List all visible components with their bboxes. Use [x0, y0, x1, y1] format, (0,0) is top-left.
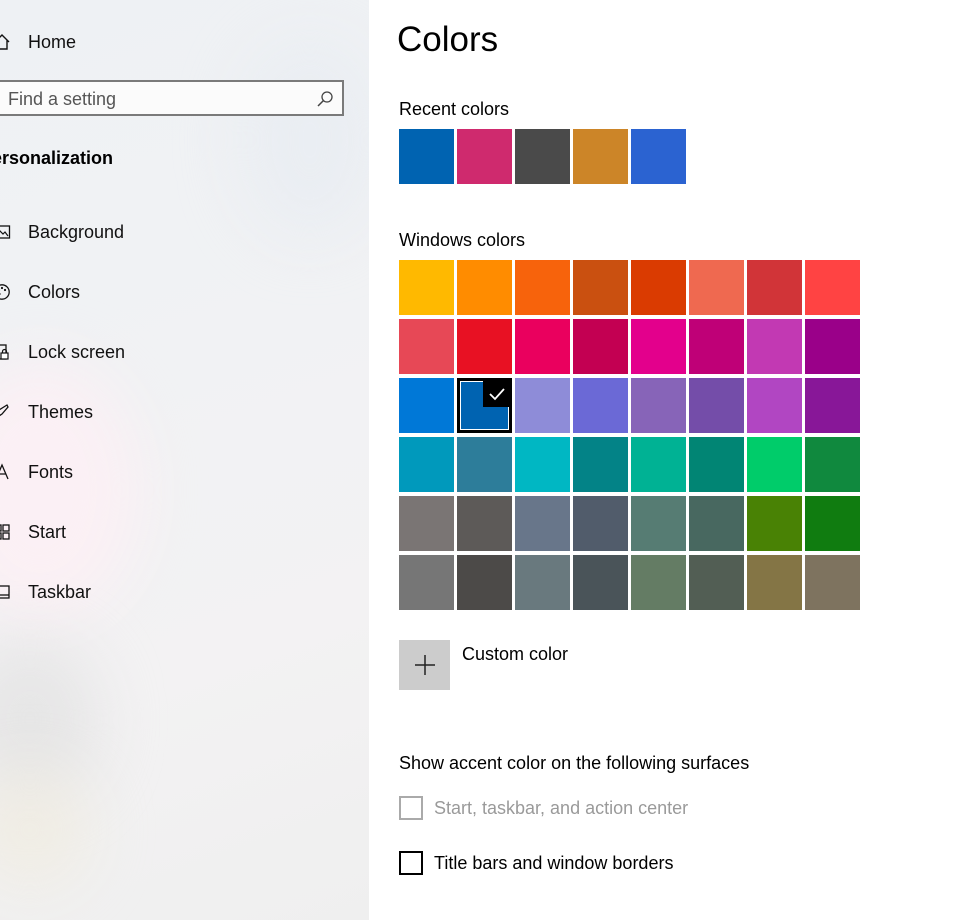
windows-color-swatch[interactable]	[805, 260, 860, 315]
windows-color-swatch[interactable]	[805, 437, 860, 492]
windows-color-swatch[interactable]	[399, 260, 454, 315]
sidebar-item-label: Background	[28, 221, 125, 242]
windows-color-swatch[interactable]	[747, 555, 802, 610]
windows-color-swatch[interactable]	[573, 260, 628, 315]
search-input[interactable]	[6, 88, 300, 111]
windows-color-swatch[interactable]	[805, 319, 860, 374]
recent-color-swatch[interactable]	[457, 129, 512, 184]
windows-color-swatch[interactable]	[689, 555, 744, 610]
title-bars-checkbox-label: Title bars and window borders	[434, 852, 674, 873]
windows-color-swatch[interactable]	[747, 437, 802, 492]
windows-color-swatch[interactable]	[573, 496, 628, 551]
sidebar-item-label: Taskbar	[28, 581, 92, 602]
start-taskbar-checkbox[interactable]	[399, 796, 423, 820]
windows-color-swatch[interactable]	[515, 496, 570, 551]
recent-color-swatch[interactable]	[399, 129, 454, 184]
windows-color-swatch[interactable]	[515, 437, 570, 492]
windows-color-swatch[interactable]	[573, 378, 628, 433]
page-title: Colors	[397, 20, 499, 59]
windows-color-swatch[interactable]	[689, 319, 744, 374]
windows-color-swatch[interactable]	[515, 260, 570, 315]
recent-colors-heading: Recent colors	[399, 99, 510, 119]
sidebar-item-label: Themes	[28, 401, 94, 422]
windows-color-swatch[interactable]	[515, 319, 570, 374]
lock-screen-icon	[0, 342, 12, 362]
recent-color-swatch[interactable]	[515, 129, 570, 184]
sidebar-item-label: Colors	[28, 281, 81, 302]
title-bars-checkbox-row[interactable]: Title bars and window borders	[399, 851, 673, 875]
home-icon	[0, 32, 12, 52]
start-icon	[0, 522, 12, 542]
fonts-icon	[0, 462, 12, 482]
checkmark-icon	[483, 380, 510, 407]
accent-surfaces-heading: Show accent color on the following surfa…	[399, 753, 750, 773]
windows-color-swatch[interactable]	[689, 378, 744, 433]
windows-color-swatch[interactable]	[689, 260, 744, 315]
palette-icon	[0, 282, 12, 302]
windows-color-swatch[interactable]	[689, 437, 744, 492]
plus-icon	[414, 655, 435, 675]
taskbar-icon	[0, 582, 12, 602]
windows-color-swatch[interactable]	[457, 496, 512, 551]
windows-color-swatch[interactable]	[747, 260, 802, 315]
windows-color-swatch[interactable]	[805, 555, 860, 610]
windows-color-swatch[interactable]	[457, 437, 512, 492]
windows-color-swatch[interactable]	[747, 319, 802, 374]
sidebar-item-label: Lock screen	[28, 341, 126, 362]
recent-color-swatch[interactable]	[631, 129, 686, 184]
windows-color-swatch[interactable]	[573, 319, 628, 374]
windows-color-swatch[interactable]	[747, 496, 802, 551]
image-icon	[0, 222, 12, 242]
windows-color-swatch[interactable]	[399, 496, 454, 551]
title-bars-checkbox[interactable]	[399, 851, 423, 875]
windows-color-swatch[interactable]	[457, 319, 512, 374]
windows-color-swatch[interactable]	[805, 496, 860, 551]
main-panel: Colors Recent colors Windows colors Cust…	[369, 0, 980, 920]
start-taskbar-checkbox-label: Start, taskbar, and action center	[434, 797, 689, 818]
windows-color-swatch[interactable]	[573, 555, 628, 610]
windows-color-swatch[interactable]	[399, 555, 454, 610]
windows-color-swatch[interactable]	[399, 437, 454, 492]
windows-color-swatch[interactable]	[631, 319, 686, 374]
recent-color-swatch[interactable]	[573, 129, 628, 184]
custom-color-label[interactable]: Custom color	[462, 644, 568, 665]
windows-color-swatch[interactable]	[457, 555, 512, 610]
windows-colors-heading: Windows colors	[399, 230, 526, 250]
windows-color-swatch[interactable]	[515, 378, 570, 433]
search-box[interactable]	[0, 80, 344, 116]
home-label: Home	[28, 31, 77, 52]
windows-color-swatch[interactable]	[631, 437, 686, 492]
sidebar-item-label: Fonts	[28, 461, 74, 482]
custom-color-button[interactable]	[399, 640, 450, 690]
windows-color-swatch[interactable]	[631, 496, 686, 551]
windows-color-swatch[interactable]	[399, 319, 454, 374]
windows-color-swatch[interactable]	[457, 260, 512, 315]
windows-color-swatch[interactable]	[457, 378, 512, 433]
sidebar: Home ersonalization Background Colors Lo…	[0, 0, 369, 920]
themes-icon	[0, 402, 12, 422]
windows-color-swatch[interactable]	[631, 260, 686, 315]
windows-color-swatch[interactable]	[631, 378, 686, 433]
windows-color-swatch[interactable]	[515, 555, 570, 610]
windows-color-swatch[interactable]	[689, 496, 744, 551]
search-icon[interactable]	[316, 90, 334, 113]
windows-color-swatch[interactable]	[631, 555, 686, 610]
section-title: ersonalization	[0, 148, 114, 168]
windows-color-swatch[interactable]	[573, 437, 628, 492]
windows-color-swatch[interactable]	[805, 378, 860, 433]
windows-color-swatch[interactable]	[747, 378, 802, 433]
start-taskbar-checkbox-row: Start, taskbar, and action center	[399, 796, 688, 820]
sidebar-item-label: Start	[28, 521, 67, 542]
windows-color-swatch[interactable]	[399, 378, 454, 433]
